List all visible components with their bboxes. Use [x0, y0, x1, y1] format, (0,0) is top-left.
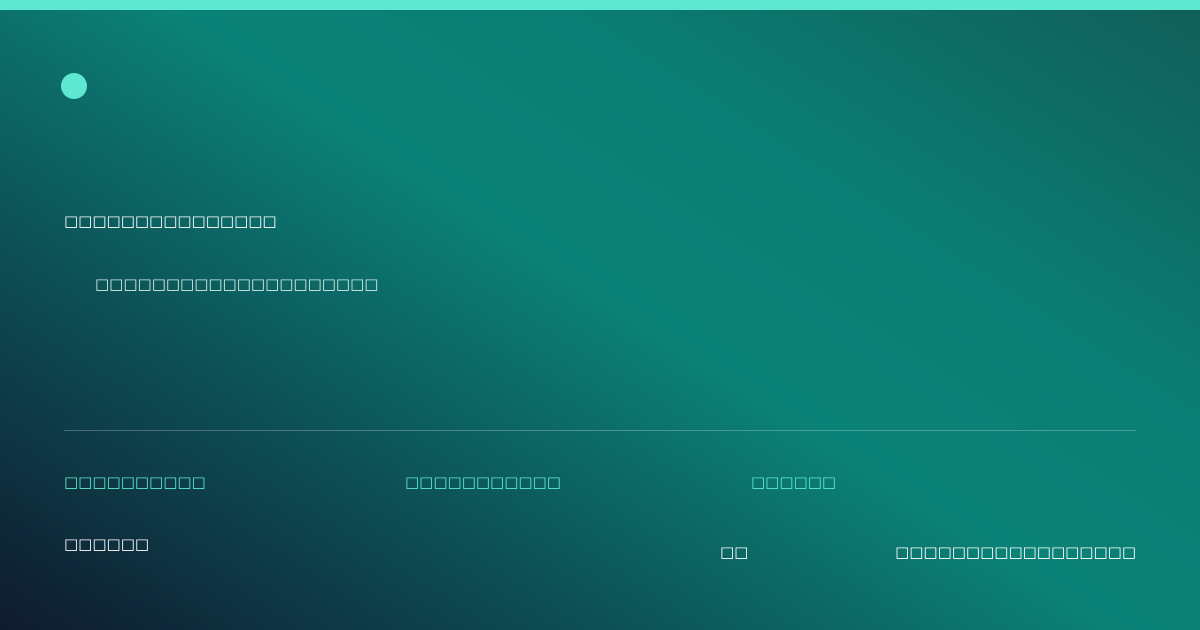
footer-right-text: □□□□□□□□□□□□□□□□□ [895, 543, 1136, 561]
footer-left-text: □□□□□□ [64, 535, 150, 553]
stat-label-3: □□□□□□ [751, 473, 837, 491]
top-accent-bar [0, 0, 1200, 10]
stat-label-1: □□□□□□□□□□ [64, 473, 206, 491]
social-card: □□□□□□□□□□□□□□□ □□□□□□□□□□□□□□□□□□□□ □□□… [0, 0, 1200, 630]
stat-label-2: □□□□□□□□□□□ [405, 473, 561, 491]
divider [64, 430, 1136, 431]
circle-dot-icon [61, 73, 87, 99]
subtitle: □□□□□□□□□□□□□□□□□□□□ [95, 275, 379, 293]
headline: □□□□□□□□□□□□□□□ [64, 212, 277, 230]
footer-middle-text: □□ [720, 543, 749, 561]
